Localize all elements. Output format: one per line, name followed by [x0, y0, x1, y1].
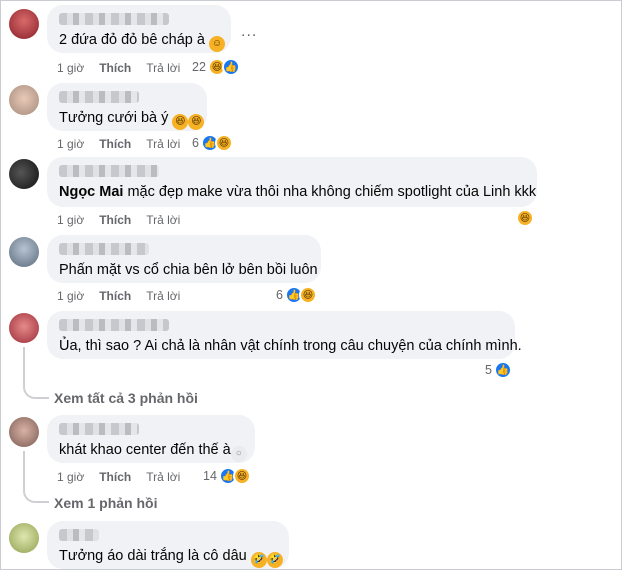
author-name-blurred[interactable] — [59, 423, 139, 435]
timestamp[interactable]: 1 giờ — [57, 289, 84, 303]
comment-bubble: khát khao center đến thế à ○ — [47, 415, 255, 463]
reaction-count: 22 — [192, 60, 206, 74]
avatar[interactable] — [9, 523, 39, 553]
comment-actions: 1 giờ Thích Trả lời — [57, 289, 180, 303]
comment-bubble: Tưởng áo dài trắng là cô dâu 🤣 🤣 — [47, 521, 289, 569]
laughing-emoji-icon: 😆 — [188, 114, 205, 130]
comment-text: Tưởng cưới bà ý — [59, 110, 169, 126]
reaction-summary[interactable]: 5 👍 — [485, 361, 512, 379]
comment-bubble: Ủa, thì sao ? Ai chả là nhân vật chính t… — [47, 311, 522, 359]
reply-button[interactable]: Trả lời — [146, 137, 180, 151]
reaction-count: 6 — [276, 288, 283, 302]
reaction-summary[interactable]: 😆 — [516, 209, 534, 227]
grinning-emoji-icon: ☺ — [209, 36, 225, 52]
reply-button[interactable]: Trả lời — [146, 470, 180, 484]
comment-text: 2 đứa đỏ đỏ bê cháp à — [59, 32, 205, 48]
author-name-blurred[interactable] — [59, 13, 169, 25]
timestamp[interactable]: 1 giờ — [57, 137, 84, 151]
reply-button[interactable]: Trả lời — [146, 289, 180, 303]
rofl-emoji-icon: 🤣 — [266, 552, 283, 568]
comment-bubble: Ngọc Mai mặc đẹp make vừa thôi nha không… — [47, 157, 537, 207]
reply-button[interactable]: Trả lời — [146, 213, 180, 227]
haha-icon: 😆 — [214, 134, 233, 152]
like-button[interactable]: Thích — [99, 470, 131, 484]
comment-bubble: Phấn mặt vs cổ chia bên lở bên bồi luôn — [47, 235, 321, 283]
like-icon: 👍 — [221, 58, 240, 76]
author-name-blurred[interactable] — [59, 165, 159, 177]
comment-actions: 1 giờ Thích Trả lời — [57, 213, 180, 227]
timestamp[interactable]: 1 giờ — [57, 470, 84, 484]
author-name-blurred[interactable] — [59, 319, 169, 331]
laughing-emoji-icon: 😆 — [172, 114, 189, 130]
reply-button[interactable]: Trả lời — [146, 61, 180, 75]
reaction-count: 6 — [192, 136, 199, 150]
haha-icon: 😆 — [298, 286, 317, 304]
like-icon: 👍 — [493, 361, 512, 379]
comment-bubble: 2 đứa đỏ đỏ bê cháp à ☺ — [47, 5, 231, 53]
like-button[interactable]: Thích — [99, 137, 131, 151]
author-name-blurred[interactable] — [59, 91, 139, 103]
more-options-icon[interactable]: ... — [241, 23, 257, 41]
comment-actions: 1 giờ Thích Trả lời — [57, 137, 180, 151]
comment-actions: 1 giờ Thích Trả lời — [57, 61, 180, 75]
comment-text: Phấn mặt vs cổ chia bên lở bên bồi luôn — [59, 262, 318, 278]
timestamp[interactable]: 1 giờ — [57, 61, 84, 75]
mention-link[interactable]: Ngọc Mai — [59, 184, 123, 200]
haha-icon: 😆 — [232, 467, 251, 485]
comment-text: mặc đẹp make vừa thôi nha không chiếm sp… — [123, 184, 537, 200]
like-button[interactable]: Thích — [99, 61, 131, 75]
comment-bubble: Tưởng cưới bà ý 😆 😆 — [47, 83, 207, 131]
like-button[interactable]: Thích — [99, 289, 131, 303]
avatar[interactable] — [9, 417, 39, 447]
author-name-blurred[interactable] — [59, 529, 99, 541]
neutral-emoji-icon: ○ — [230, 446, 247, 462]
comment-text: khát khao center đến thế à — [59, 442, 231, 458]
view-replies-link[interactable]: Xem 1 phản hồi — [54, 495, 157, 511]
rofl-emoji-icon: 🤣 — [250, 552, 267, 568]
reaction-summary[interactable]: 6 👍 😆 — [192, 134, 233, 152]
reaction-summary[interactable]: 22 😆 👍 — [192, 58, 240, 76]
haha-icon: 😆 — [516, 209, 534, 227]
timestamp[interactable]: 1 giờ — [57, 213, 84, 227]
reply-thread-line — [23, 451, 49, 503]
comments-panel: 2 đứa đỏ đỏ bê cháp à ☺ ... 1 giờ Thích … — [0, 0, 622, 570]
avatar[interactable] — [9, 313, 39, 343]
avatar[interactable] — [9, 85, 39, 115]
comment-text: Tưởng áo dài trắng là cô dâu — [59, 548, 247, 564]
reaction-summary[interactable]: 14 👍 😆 — [203, 467, 251, 485]
reaction-summary[interactable]: 6 👍 😆 — [276, 286, 317, 304]
avatar[interactable] — [9, 159, 39, 189]
reaction-count: 14 — [203, 469, 217, 483]
avatar[interactable] — [9, 9, 39, 39]
comment-actions: 1 giờ Thích Trả lời — [57, 470, 180, 484]
reaction-count: 5 — [485, 363, 492, 377]
reply-thread-line — [23, 347, 49, 399]
like-button[interactable]: Thích — [99, 213, 131, 227]
comment-text: Ủa, thì sao ? Ai chả là nhân vật chính t… — [59, 338, 522, 354]
view-replies-link[interactable]: Xem tất cả 3 phản hồi — [54, 390, 198, 406]
avatar[interactable] — [9, 237, 39, 267]
author-name-blurred[interactable] — [59, 243, 149, 255]
